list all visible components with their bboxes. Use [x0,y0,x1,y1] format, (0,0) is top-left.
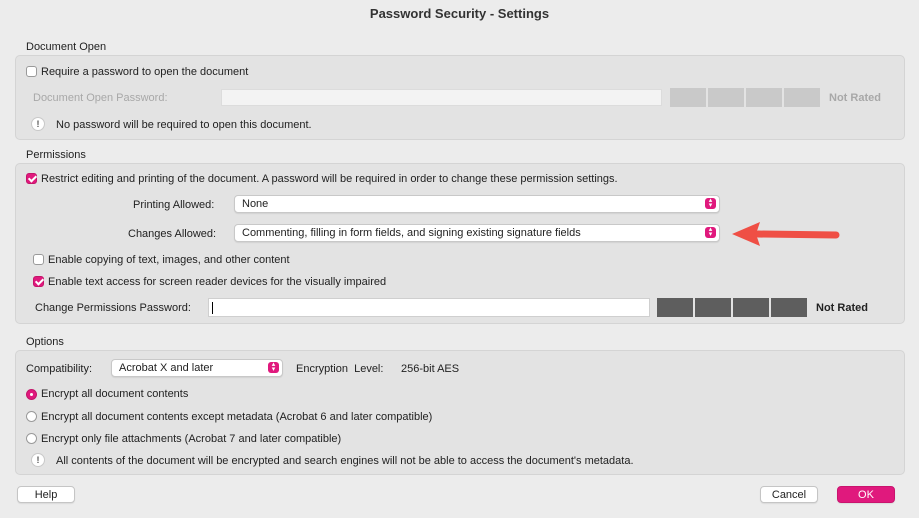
printing-allowed-select[interactable]: None ▴ ▾ [234,195,720,213]
encrypt-attachments-label[interactable]: Encrypt only file attachments (Acrobat 7… [41,433,341,445]
require-open-password-label[interactable]: Require a password to open the document [41,66,248,78]
select-stepper-icon: ▴ ▾ [705,197,716,209]
require-open-password-checkbox[interactable] [26,66,37,77]
open-password-strength-meter [670,88,820,107]
restrict-editing-checkbox[interactable] [26,173,37,184]
compatibility-value: Acrobat X and later [119,362,214,374]
changes-allowed-value: Commenting, filling in form fields, and … [242,227,581,239]
encrypt-except-metadata-radio[interactable] [26,411,37,422]
cancel-button[interactable]: Cancel [760,486,818,503]
info-icon: ! [31,453,45,467]
select-stepper-icon: ▴ ▾ [268,361,279,373]
enable-screen-reader-label[interactable]: Enable text access for screen reader dev… [48,276,386,288]
open-password-strength-label: Not Rated [829,92,881,104]
encryption-level-value: 256-bit AES [401,363,460,375]
help-button[interactable]: Help [17,486,75,503]
ok-button[interactable]: OK [837,486,895,503]
text-cursor [212,302,213,314]
options-section-label: Options [26,336,64,348]
select-stepper-icon: ▴ ▾ [705,226,716,238]
printing-allowed-label: Printing Allowed: [133,199,215,211]
permissions-password-strength-meter [657,298,807,317]
open-password-info-text: No password will be required to open thi… [56,119,312,131]
encrypt-all-radio[interactable] [26,389,37,400]
restrict-editing-label[interactable]: Restrict editing and printing of the doc… [41,173,618,185]
permissions-password-strength-label: Not Rated [816,302,868,314]
compatibility-select[interactable]: Acrobat X and later ▴ ▾ [111,359,283,377]
window-title: Password Security - Settings [369,6,550,21]
permissions-password-field[interactable] [208,298,650,317]
printing-allowed-value: None [242,198,269,210]
compatibility-label: Compatibility: [26,363,93,375]
annotation-arrow-icon [732,222,840,246]
encryption-info-text: All contents of the document will be enc… [56,455,634,467]
document-open-section-label: Document Open [26,41,107,53]
encrypt-except-metadata-label[interactable]: Encrypt all document contents except met… [41,411,432,423]
enable-copying-checkbox[interactable] [33,254,44,265]
changes-allowed-label: Changes Allowed: [128,228,217,240]
encrypt-attachments-radio[interactable] [26,433,37,444]
open-password-field[interactable] [221,89,662,106]
open-password-label: Document Open Password: [33,92,168,104]
enable-copying-label[interactable]: Enable copying of text, images, and othe… [48,254,290,266]
enable-screen-reader-checkbox[interactable] [33,276,44,287]
permissions-section-label: Permissions [26,149,86,161]
permissions-password-label: Change Permissions Password: [35,302,191,314]
encrypt-all-label[interactable]: Encrypt all document contents [41,388,188,400]
encryption-level-label: Encryption Level: [296,363,384,375]
info-icon: ! [31,117,45,131]
changes-allowed-select[interactable]: Commenting, filling in form fields, and … [234,224,720,242]
